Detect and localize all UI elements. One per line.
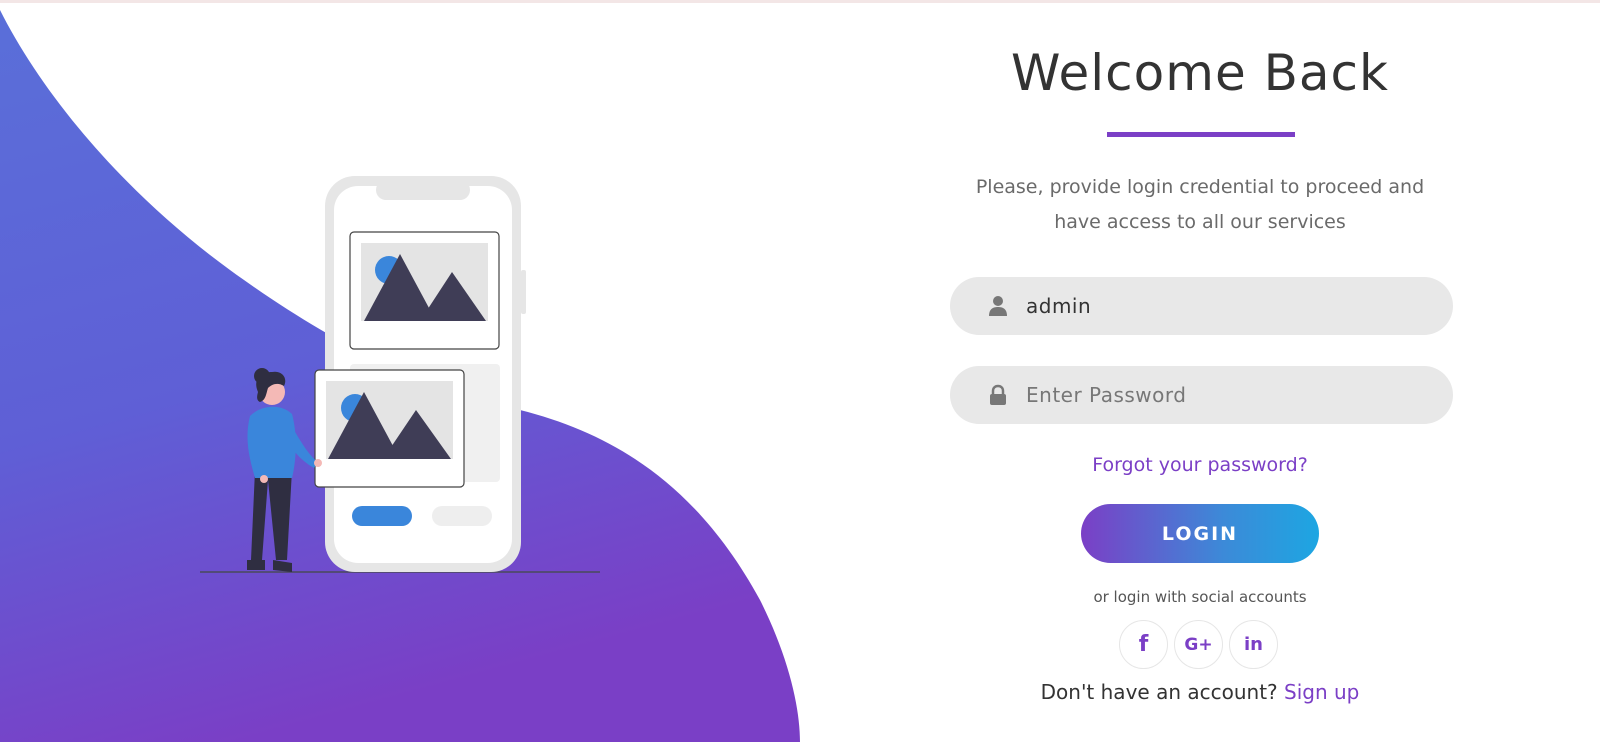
signup-row: Don't have an account? Sign up (940, 680, 1460, 704)
hero-illustration-svg (0, 10, 800, 742)
social-login-text: or login with social accounts (1093, 588, 1307, 606)
facebook-icon: f (1138, 632, 1149, 657)
facebook-button[interactable]: f (1119, 620, 1168, 669)
login-button[interactable]: LOGIN (1081, 504, 1319, 563)
signup-link[interactable]: Sign up (1284, 680, 1359, 704)
username-input[interactable] (1026, 286, 1426, 326)
subtitle-line-1: Please, provide login credential to proc… (975, 176, 1425, 198)
login-panel: Welcome Back Please, provide login crede… (940, 0, 1460, 742)
signup-prompt: Don't have an account? (1040, 680, 1278, 704)
social-buttons: f G+ in (1119, 620, 1278, 669)
title-underline (1107, 132, 1295, 137)
google-plus-icon: G+ (1184, 634, 1213, 655)
subtitle: Please, provide login credential to proc… (940, 170, 1460, 240)
image-card-front (314, 369, 465, 488)
user-icon (988, 295, 1008, 317)
linkedin-icon: in (1244, 634, 1263, 655)
image-card-top (349, 231, 500, 350)
password-input[interactable] (1026, 375, 1426, 415)
username-field[interactable] (950, 277, 1453, 335)
password-field[interactable] (950, 366, 1453, 424)
google-plus-button[interactable]: G+ (1174, 620, 1223, 669)
forgot-password-link[interactable]: Forgot your password? (940, 454, 1460, 476)
subtitle-line-2: have access to all our services (1054, 211, 1346, 233)
linkedin-button[interactable]: in (1229, 620, 1278, 669)
page-title: Welcome Back (1011, 44, 1389, 102)
lock-icon (988, 384, 1008, 406)
hero-illustration (0, 0, 820, 742)
